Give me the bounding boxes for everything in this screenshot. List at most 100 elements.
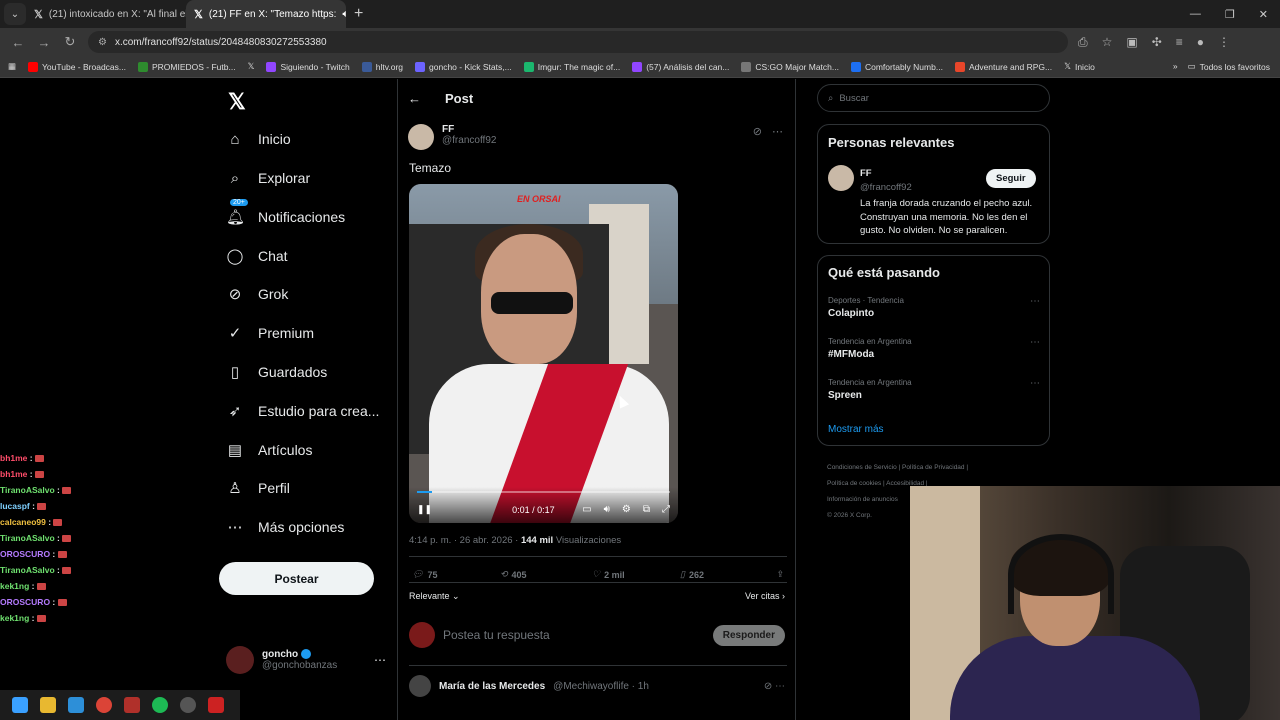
install-icon[interactable]: ⎙ bbox=[1078, 35, 1088, 50]
reply-submit-button[interactable]: Responder bbox=[712, 624, 785, 646]
edge-icon[interactable] bbox=[68, 697, 84, 713]
grok-icon[interactable]: ⊘ bbox=[764, 681, 772, 692]
video-player[interactable]: EN ORSAI ❚❚ 0:01 / 0:17 ▭ 🔊︎ ⚙ ⧉ ⤢ bbox=[409, 184, 678, 523]
repost-button[interactable]: ⟲ 405 bbox=[500, 569, 592, 580]
like-button[interactable]: ♡ 2 mil bbox=[592, 569, 680, 580]
more-icon[interactable]: ⋯ bbox=[374, 653, 386, 667]
bookmark-item[interactable]: Imgur: The magic of... bbox=[523, 61, 620, 72]
post-author[interactable]: FF @francoff92 bbox=[408, 124, 496, 150]
fullscreen-icon[interactable]: ⤢ bbox=[662, 504, 670, 515]
sort-dropdown[interactable]: Relevante ⌄ bbox=[409, 591, 460, 602]
person-handle[interactable]: @francoff92 bbox=[860, 182, 912, 193]
star-icon[interactable]: ☆ bbox=[1102, 35, 1113, 50]
bookmark-item[interactable]: Adventure and RPG... bbox=[954, 61, 1052, 72]
nav-item-more[interactable]: ⋯ Más opciones bbox=[226, 515, 345, 539]
site-info-icon[interactable]: ⚙ bbox=[98, 37, 107, 48]
media-icon[interactable]: ≡ bbox=[1176, 35, 1183, 50]
bookmark-item[interactable]: (57) Análisis del can... bbox=[632, 61, 729, 72]
spotify-icon[interactable] bbox=[152, 697, 168, 713]
browser-tab-1[interactable]: 𝕏 (21) FF en X: "Temazo https: 🔊︎ ✕ bbox=[186, 0, 346, 28]
tab-search-button[interactable]: ⌄ bbox=[4, 3, 26, 25]
restore-icon[interactable]: ❐ bbox=[1225, 8, 1235, 21]
chrome-icon[interactable] bbox=[96, 697, 112, 713]
post-timestamp[interactable]: 4:14 p. m. · 26 abr. 2026 · bbox=[409, 535, 521, 546]
bookmark-item[interactable]: hltv.org bbox=[361, 61, 403, 72]
captions-icon[interactable]: ▭ bbox=[582, 504, 591, 515]
chevron-right-icon[interactable]: » bbox=[1173, 61, 1178, 72]
share-icon[interactable]: ⇪ bbox=[776, 569, 784, 580]
nav-item-notifications[interactable]: 🔔︎ 20+ Notificaciones bbox=[226, 199, 345, 229]
puzzle-icon[interactable]: ✣ bbox=[1152, 35, 1162, 50]
more-icon[interactable]: ⋯ bbox=[775, 681, 785, 692]
trend-item[interactable]: Deportes · Tendencia Colapinto ⋯ bbox=[828, 296, 1040, 319]
back-arrow-icon[interactable]: ← bbox=[408, 91, 421, 106]
bookmark-item[interactable]: YouTube - Broadcas... bbox=[28, 61, 126, 72]
nav-item-home[interactable]: ⌂ Inicio bbox=[226, 127, 290, 151]
new-tab-button[interactable]: + bbox=[354, 5, 363, 23]
follow-button[interactable]: Seguir bbox=[986, 169, 1036, 188]
nav-item-articles[interactable]: ▤ Artículos bbox=[226, 438, 313, 462]
close-window-icon[interactable]: ✕ bbox=[1259, 8, 1268, 21]
reply-button[interactable]: 💬︎ 75 bbox=[412, 569, 500, 580]
apps-icon[interactable]: ▦ bbox=[8, 61, 16, 72]
forward-icon[interactable]: → bbox=[36, 35, 52, 50]
steam-icon[interactable] bbox=[180, 697, 196, 713]
windows-start-icon[interactable] bbox=[12, 697, 28, 713]
bookmark-item[interactable]: goncho - Kick Stats,... bbox=[415, 61, 512, 72]
more-icon[interactable]: ⋯ bbox=[1030, 378, 1040, 389]
reply-author-handle[interactable]: @Mechiwayoflife · 1h bbox=[553, 681, 649, 692]
author-name[interactable]: FF bbox=[442, 124, 496, 135]
nav-item-profile[interactable]: ♙ Perfil bbox=[226, 476, 290, 500]
reply-input[interactable]: Postea tu respuesta bbox=[443, 628, 550, 642]
nav-item-creator-studio[interactable]: ➶ Estudio para crea... bbox=[226, 399, 380, 423]
reply-author-name[interactable]: María de las Mercedes bbox=[439, 681, 545, 692]
bookmark-item[interactable]: PROMIEDOS - Futb... bbox=[137, 61, 236, 72]
footer-line[interactable]: Condiciones de Servicio | Política de Pr… bbox=[827, 460, 1027, 476]
show-more-link[interactable]: Mostrar más bbox=[828, 424, 884, 435]
speaker-icon[interactable]: 🔊︎ bbox=[342, 9, 346, 20]
nav-item-premium[interactable]: ✓ Premium bbox=[226, 321, 314, 345]
app-icon[interactable] bbox=[124, 697, 140, 713]
avatar[interactable] bbox=[409, 675, 431, 697]
account-switcher[interactable]: goncho @gonchobanzas ⋯ bbox=[226, 642, 386, 678]
grok-icon[interactable]: ⊘ bbox=[753, 125, 762, 138]
file-explorer-icon[interactable] bbox=[40, 697, 56, 713]
menu-icon[interactable]: ⋮ bbox=[1218, 35, 1230, 50]
reply-item[interactable]: María de las Mercedes @Mechiwayoflife · … bbox=[409, 675, 785, 697]
extension-icon[interactable]: ▣ bbox=[1126, 35, 1137, 50]
settings-icon[interactable]: ⚙ bbox=[622, 504, 631, 515]
x-logo-icon[interactable]: 𝕏 bbox=[228, 89, 246, 115]
nav-item-bookmarks[interactable]: ▯ Guardados bbox=[226, 360, 327, 384]
avatar[interactable] bbox=[408, 124, 434, 150]
pip-icon[interactable]: ⧉ bbox=[643, 504, 650, 515]
search-input[interactable]: ⌕ Buscar bbox=[817, 84, 1050, 112]
bookmark-item[interactable]: Siguiendo - Twitch bbox=[266, 61, 350, 72]
volume-icon[interactable]: 🔊︎ bbox=[604, 504, 610, 515]
pause-icon[interactable]: ❚❚ bbox=[417, 504, 432, 515]
profile-avatar-icon[interactable]: ● bbox=[1197, 35, 1204, 50]
url-field[interactable]: ⚙ x.com/francoff92/status/20484808302725… bbox=[88, 31, 1068, 53]
author-handle[interactable]: @francoff92 bbox=[442, 135, 496, 146]
bookmark-item[interactable]: 𝕏 Inicio bbox=[1064, 61, 1095, 72]
reload-icon[interactable]: ↻ bbox=[62, 34, 78, 50]
all-bookmarks[interactable]: ▭ Todos los favoritos bbox=[1188, 61, 1270, 72]
bookmark-item[interactable]: CS:GO Major Match... bbox=[741, 61, 839, 72]
trend-item[interactable]: Tendencia en Argentina Spreen ⋯ bbox=[828, 378, 1040, 401]
nav-item-grok[interactable]: ⊘ Grok bbox=[226, 282, 289, 306]
person-name[interactable]: FF bbox=[860, 168, 872, 179]
minimize-icon[interactable]: — bbox=[1190, 8, 1201, 21]
bookmark-button[interactable]: ▯ 262 bbox=[680, 569, 766, 580]
nav-item-explore[interactable]: ⌕ Explorar bbox=[226, 166, 310, 190]
trend-item[interactable]: Tendencia en Argentina #MFModa ⋯ bbox=[828, 337, 1040, 360]
bookmark-item[interactable]: Comfortably Numb... bbox=[850, 61, 943, 72]
bookmark-item[interactable]: 𝕏 bbox=[248, 61, 255, 72]
back-icon[interactable]: ← bbox=[10, 35, 26, 50]
more-icon[interactable]: ⋯ bbox=[1030, 337, 1040, 348]
more-icon[interactable]: ⋯ bbox=[1030, 296, 1040, 307]
more-icon[interactable]: ⋯ bbox=[772, 125, 783, 138]
avatar[interactable] bbox=[828, 165, 854, 191]
post-button[interactable]: Postear bbox=[219, 562, 374, 595]
obs-icon[interactable] bbox=[208, 697, 224, 713]
browser-tab-0[interactable]: 𝕏 (21) intoxicado en X: "Al final el ✕ bbox=[26, 0, 186, 28]
video-progress-bar[interactable] bbox=[417, 491, 670, 493]
